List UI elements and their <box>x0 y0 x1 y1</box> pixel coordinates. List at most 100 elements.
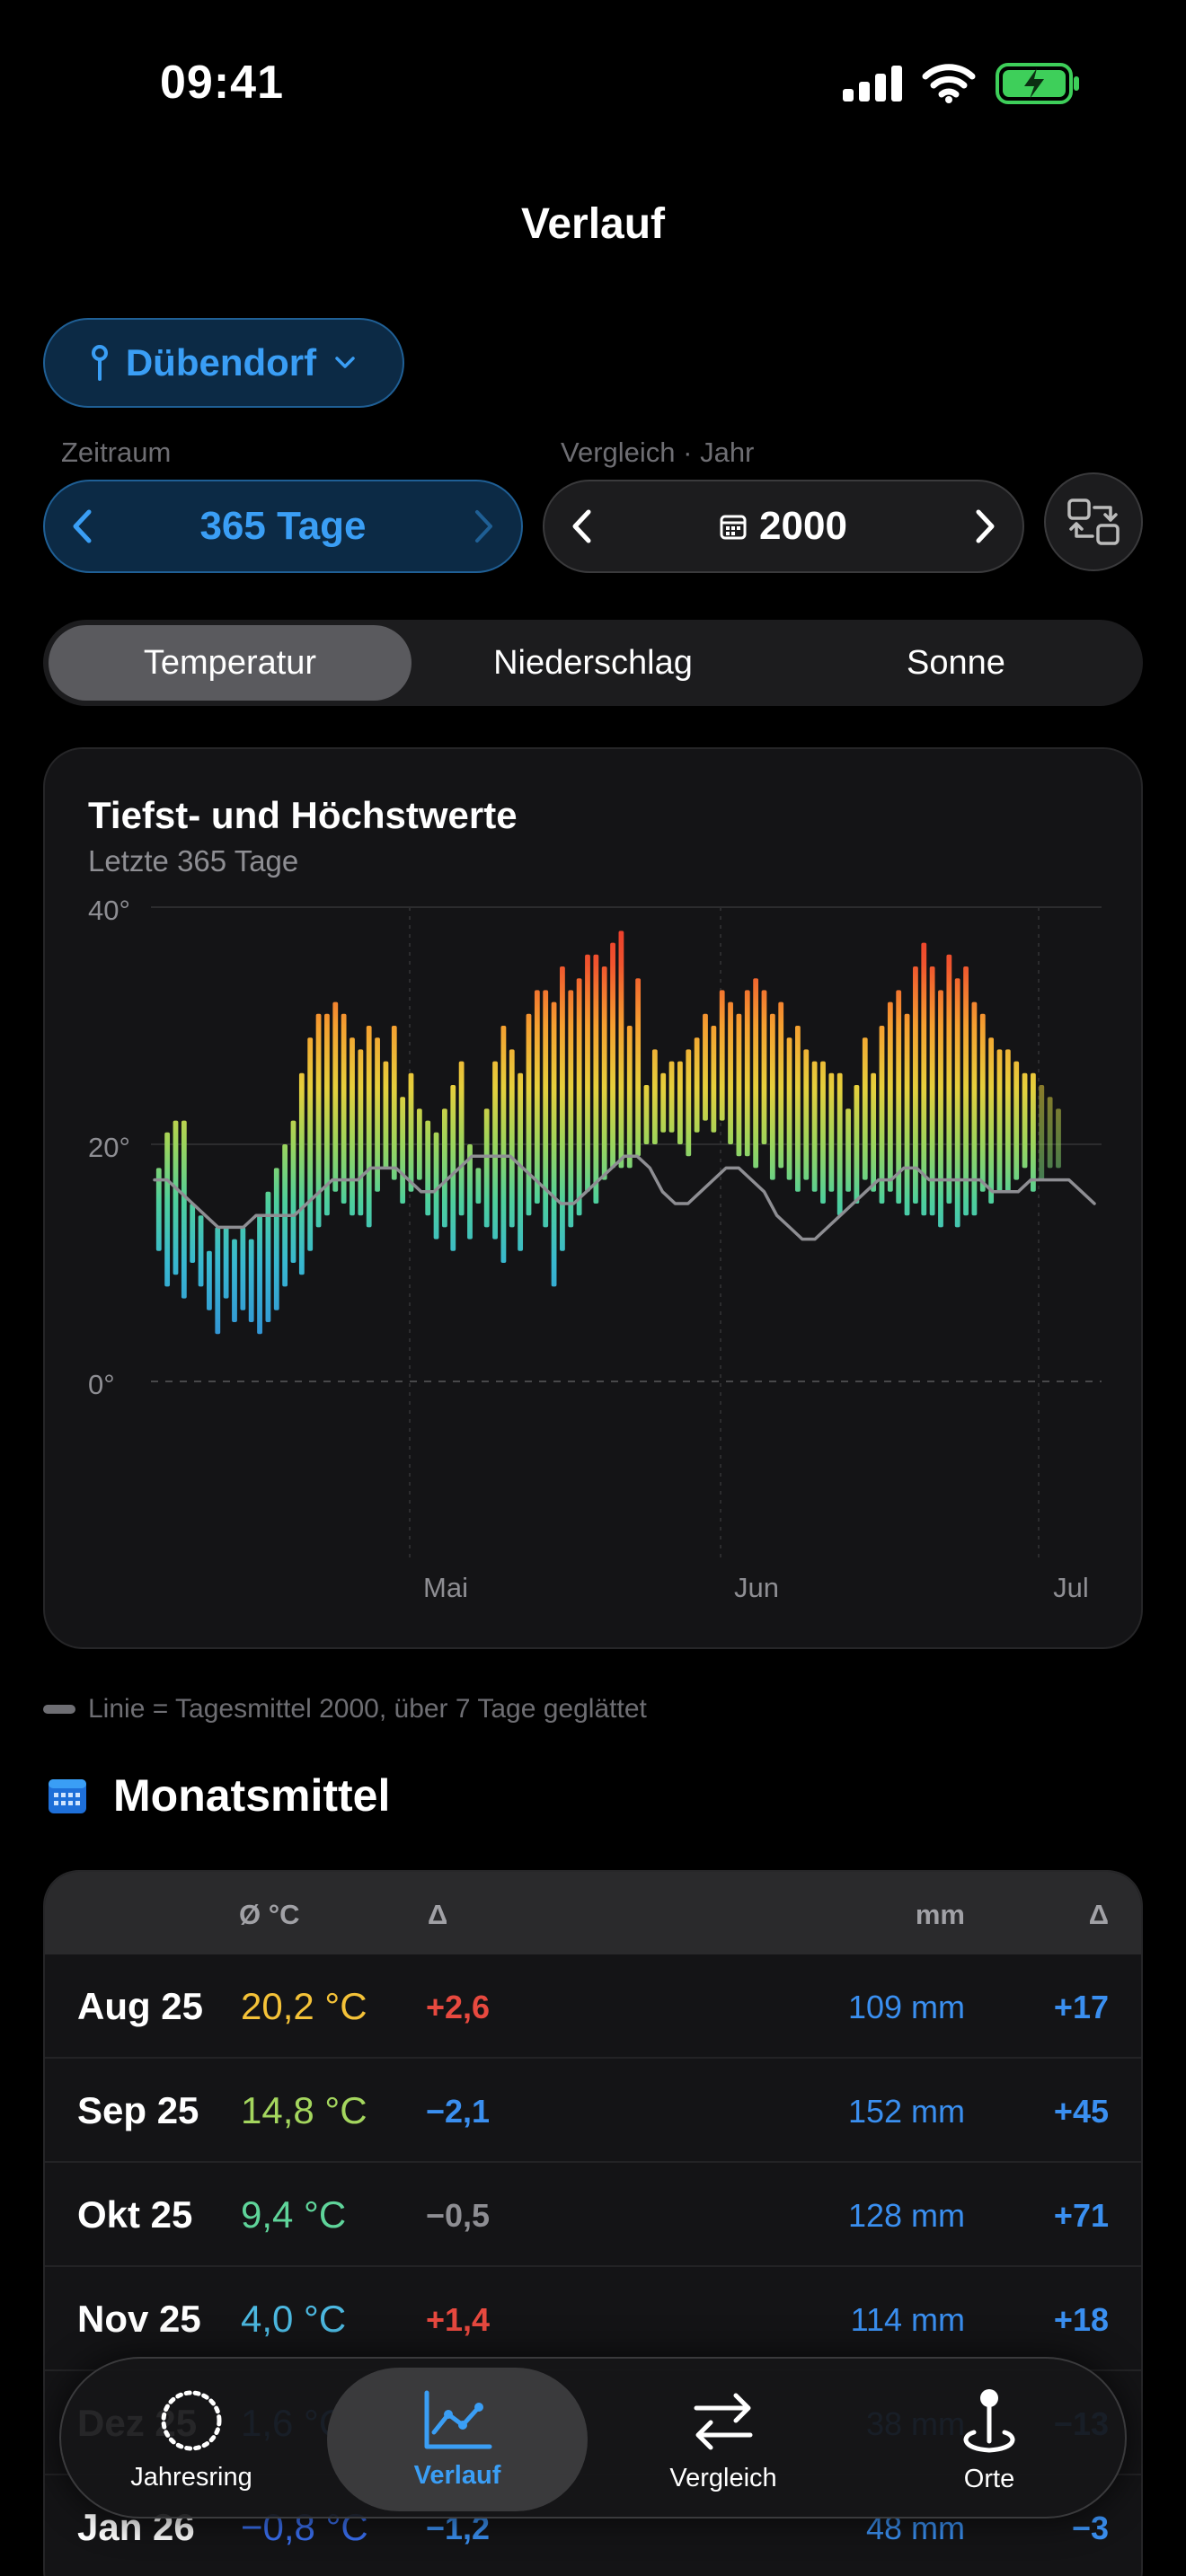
temp-bar <box>475 1168 482 1204</box>
temp-bar <box>988 1037 995 1204</box>
temp-bar <box>643 1085 650 1144</box>
row-temp: 14,8 °C <box>241 2089 367 2131</box>
period-value[interactable]: 365 Tage <box>199 504 366 549</box>
temp-bar <box>786 1037 792 1180</box>
tab-jahresring-label: Jahresring <box>130 2462 252 2492</box>
temp-bar <box>803 1049 810 1180</box>
temp-bar <box>593 954 599 1204</box>
temp-bar <box>164 1132 171 1287</box>
tab-verlauf-label: Verlauf <box>413 2460 501 2490</box>
temp-bar <box>223 1227 229 1299</box>
temp-bar <box>618 931 624 1169</box>
period-selector: 365 Tage <box>43 480 523 573</box>
row-temp-delta: +1,4 <box>426 2301 491 2338</box>
period-label: Zeitraum <box>61 437 172 468</box>
temp-bar <box>383 1061 389 1169</box>
temp-bar <box>601 966 607 1180</box>
battery-icon <box>996 63 1079 104</box>
swap-compare-button[interactable] <box>1044 472 1143 571</box>
temp-bar <box>198 1215 204 1287</box>
tab-sonne[interactable]: Sonne <box>774 625 1137 701</box>
chevron-left-icon[interactable] <box>70 508 93 544</box>
temp-bar <box>248 1239 254 1322</box>
tab-jahresring[interactable]: Jahresring <box>61 2359 322 2520</box>
temp-bar <box>400 1097 406 1204</box>
y-tick-label: 20° <box>88 1132 130 1163</box>
col-temp-header: Ø °C <box>239 1899 300 1930</box>
chevron-right-icon[interactable] <box>473 508 496 544</box>
temp-bar <box>560 966 565 1251</box>
temp-bar <box>703 1013 708 1121</box>
location-selector[interactable]: Dübendorf <box>43 318 404 408</box>
temp-bar <box>744 990 750 1157</box>
temp-bar <box>736 1013 742 1157</box>
location-name: Dübendorf <box>125 341 317 384</box>
ring-icon <box>161 2390 222 2450</box>
tab-orte[interactable]: Orte <box>859 2359 1120 2520</box>
tab-temperatur[interactable]: Temperatur <box>49 625 412 701</box>
calendar-icon <box>49 1779 86 1813</box>
pin-icon <box>91 345 108 381</box>
table-row[interactable]: Okt 25 9,4 °C −0,5 128 mm +71 <box>45 2163 1141 2267</box>
temp-bar <box>719 990 725 1121</box>
temp-bar <box>366 1026 372 1228</box>
chevron-right-icon[interactable] <box>974 508 997 544</box>
temp-bar <box>341 1013 347 1204</box>
temp-bar <box>1005 1049 1011 1192</box>
compare-label: Vergleich · Jahr <box>561 437 755 468</box>
temp-bar <box>442 1108 447 1228</box>
temp-bar <box>416 1108 422 1180</box>
tab-vergleich[interactable]: Vergleich <box>593 2359 854 2520</box>
temp-bar <box>568 990 574 1228</box>
compare-year-display[interactable]: 2000 <box>720 504 847 549</box>
temp-bar <box>232 1239 237 1322</box>
chart-legend-note: Linie = Tagesmittel 2000, über 7 Tage ge… <box>43 1694 647 1725</box>
temp-bar <box>425 1120 431 1216</box>
tab-niederschlag[interactable]: Niederschlag <box>412 625 774 701</box>
temp-bar <box>651 1049 658 1144</box>
temp-bar <box>971 1001 978 1216</box>
legend-note-text: Linie = Tagesmittel 2000, über 7 Tage ge… <box>88 1694 647 1724</box>
section-header: Monatsmittel <box>47 1769 390 1822</box>
table-row[interactable]: Sep 25 14,8 °C −2,1 152 mm +45 <box>45 2059 1141 2163</box>
temp-bar <box>408 1072 414 1192</box>
temp-bar <box>828 1072 835 1192</box>
status-icons <box>843 63 1080 104</box>
temp-bar <box>307 1037 314 1251</box>
arrows-compare-icon <box>694 2393 753 2449</box>
y-tick-label: 40° <box>88 895 130 926</box>
tab-verlauf[interactable]: Verlauf <box>327 2368 588 2511</box>
temp-bar <box>904 1013 910 1216</box>
temp-bar <box>265 1191 271 1322</box>
row-precip-delta: +45 <box>1053 2093 1109 2130</box>
temp-bar <box>778 1001 784 1169</box>
temp-bar <box>358 1049 364 1216</box>
page-title: Verlauf <box>520 200 666 248</box>
temp-bar <box>668 1061 675 1133</box>
tab-orte-label: Orte <box>963 2464 1015 2493</box>
chevron-left-icon[interactable] <box>570 508 593 544</box>
temp-bar <box>298 1072 305 1275</box>
row-precip: 114 mm <box>850 2301 965 2338</box>
temp-bar <box>635 978 642 1157</box>
temp-bar <box>240 1227 246 1310</box>
row-temp-delta: −2,1 <box>426 2093 491 2130</box>
temp-bar <box>811 1061 818 1192</box>
temp-bar <box>795 1026 801 1192</box>
temp-bar <box>173 1120 179 1275</box>
temp-bar <box>686 1049 692 1157</box>
temp-bar <box>500 1026 507 1263</box>
temp-bar <box>332 1001 339 1192</box>
y-tick-label: 0° <box>88 1369 115 1400</box>
chart-line-icon <box>424 2390 492 2448</box>
x-tick-label: Mai <box>423 1572 468 1603</box>
row-temp: 20,2 °C <box>241 1985 367 2027</box>
temp-bar <box>1031 1072 1036 1192</box>
row-precip: 152 mm <box>847 2093 965 2130</box>
col-precip-delta-header: Δ <box>1088 1899 1109 1930</box>
wifi-icon <box>922 64 976 103</box>
table-row[interactable]: Nov 25 4,0 °C +1,4 114 mm +18 <box>45 2267 1141 2371</box>
row-precip-delta: +18 <box>1053 2301 1109 2338</box>
table-row[interactable]: Aug 25 20,2 °C +2,6 109 mm +17 <box>45 1954 1141 2059</box>
temp-bar <box>534 990 540 1204</box>
